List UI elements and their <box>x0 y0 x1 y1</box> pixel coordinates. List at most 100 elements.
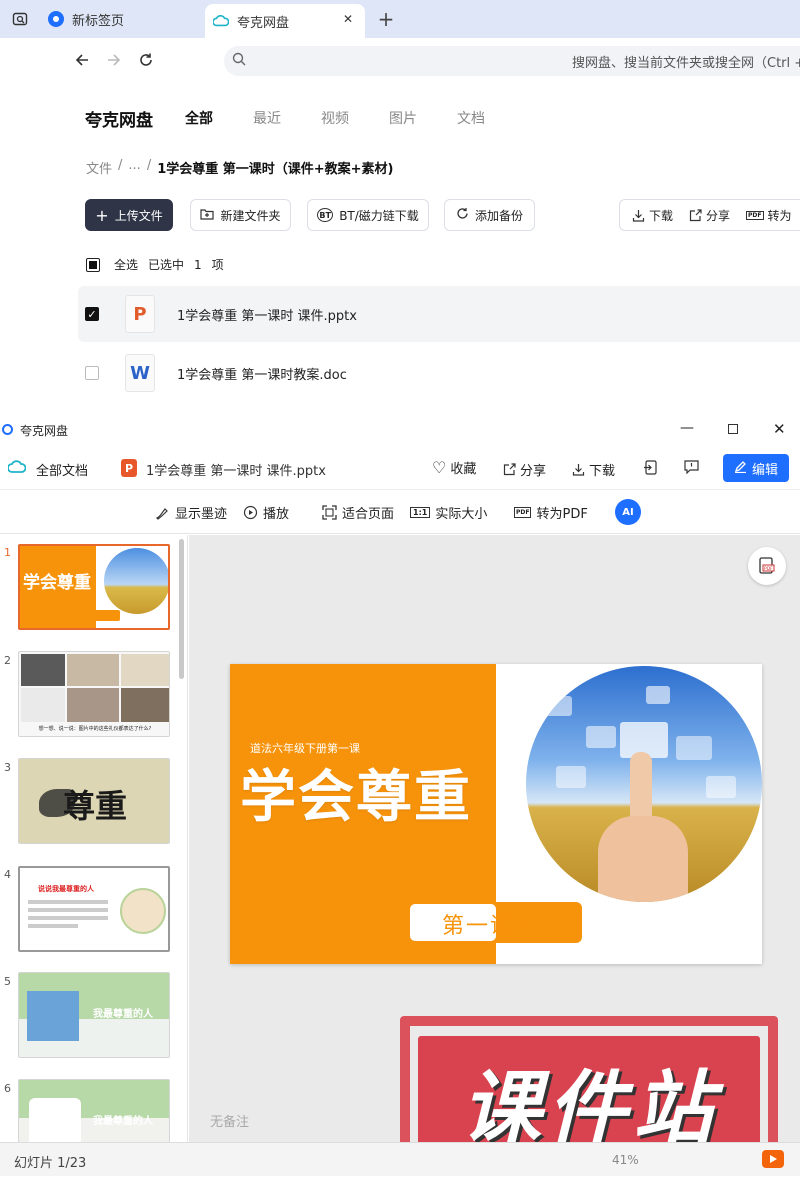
pptx-icon: P <box>121 459 137 477</box>
refresh-icon[interactable] <box>132 46 160 74</box>
thumbnail-scrollbar[interactable] <box>179 539 184 679</box>
thumbnail-slide-2[interactable]: 想一想、说一说：图片中的这些礼仪都表达了什么? <box>18 651 170 737</box>
pptx-file-icon: P <box>125 295 155 333</box>
fit-label: 适合页面 <box>342 506 395 522</box>
new-folder-label: 新建文件夹 <box>220 208 281 223</box>
thumb-number: 6 <box>4 1082 11 1095</box>
backup-label: 添加备份 <box>474 208 523 223</box>
backup-button[interactable]: 添加备份 <box>444 199 535 231</box>
convert-button[interactable]: PDF 转为 <box>746 207 792 224</box>
forward-icon[interactable] <box>100 46 128 74</box>
actual-size-icon: 1:1 <box>410 506 431 518</box>
ink-icon <box>155 507 168 520</box>
share-label: 分享 <box>706 208 731 223</box>
nav-tab-all[interactable]: 全部 <box>185 108 213 128</box>
share-button[interactable]: 分享 <box>689 207 730 224</box>
plus-icon: + <box>95 205 109 225</box>
export-icon[interactable] <box>643 460 657 479</box>
breadcrumb-root[interactable]: 文件 <box>86 158 112 177</box>
thumbnail-slide-3[interactable]: 尊重 <box>18 758 170 844</box>
ink-button[interactable]: 显示墨迹 <box>155 490 227 534</box>
omnibox[interactable]: 搜网盘、搜当前文件夹或搜全网（Ctrl + F <box>224 46 800 76</box>
viewer-file-name: 1学会尊重 第一课时 课件.pptx <box>146 464 326 479</box>
download-icon <box>572 464 585 476</box>
tab-close-icon[interactable]: ✕ <box>343 12 353 26</box>
selection-actions: 下载 分享 PDF 转为 <box>619 199 800 231</box>
thumb-text: 说说我最尊重的人 <box>38 885 94 893</box>
new-tab-button[interactable]: + <box>372 5 400 33</box>
slide-canvas: 道法六年级下册第一课 学会尊重 第一课时 <box>230 664 762 964</box>
pdf-icon: PDF <box>746 210 764 220</box>
feedback-icon[interactable] <box>684 460 699 478</box>
file-checkbox-checked[interactable]: ✓ <box>85 307 99 321</box>
quark-logo-icon <box>2 424 13 435</box>
viewer-download-button[interactable]: 下载 <box>572 460 615 479</box>
bt-icon: BT <box>317 208 334 222</box>
selection-bar: 全选 已选中 1 项 <box>86 256 224 273</box>
thumb-number: 3 <box>4 761 11 774</box>
select-all-checkbox[interactable] <box>86 257 100 272</box>
browser-tab-bar: 新标签页 夸克网盘 ✕ + <box>0 0 800 38</box>
edit-button[interactable]: 编辑 <box>723 454 789 482</box>
convert-label: 转为 <box>767 208 792 223</box>
nav-tab-images[interactable]: 图片 <box>389 108 417 128</box>
close-window-icon[interactable]: ✕ <box>773 420 786 438</box>
new-folder-button[interactable]: 新建文件夹 <box>190 199 291 231</box>
tab-search-icon[interactable] <box>6 5 34 33</box>
search-icon <box>232 52 246 70</box>
nav-tab-recent[interactable]: 最近 <box>253 108 281 128</box>
ink-label: 显示墨迹 <box>175 506 228 522</box>
minimize-icon[interactable]: — <box>680 420 694 436</box>
thumb-number: 2 <box>4 654 11 667</box>
selected-count: 1 <box>194 257 202 272</box>
file-name[interactable]: 1学会尊重 第一课时 课件.pptx <box>177 305 357 324</box>
file-checkbox[interactable] <box>85 366 99 380</box>
thumbnail-slide-1[interactable]: 学会尊重 <box>18 544 170 630</box>
thumbnail-slide-4[interactable]: 说说我最尊重的人 <box>18 866 170 952</box>
tab-label: 夸克网盘 <box>237 15 290 31</box>
tab-quark-drive[interactable]: 夸克网盘 ✕ <box>205 4 365 38</box>
doc-file-icon: W <box>125 354 155 392</box>
upload-button[interactable]: + 上传文件 <box>85 199 173 231</box>
slideshow-play-icon[interactable] <box>762 1150 784 1168</box>
tab-new-tab[interactable]: 新标签页 <box>48 0 198 38</box>
to-pdf-button[interactable]: PDF 转为PDF <box>514 490 588 534</box>
slide-photo-circle <box>526 666 762 902</box>
viewer-toolbar: 显示墨迹 播放 适合页面 1:1 实际大小 PDF 转为PDF AI <box>0 490 800 534</box>
file-row[interactable]: ✓ P 1学会尊重 第一课时 课件.pptx <box>78 286 800 342</box>
pdf-convert-float-icon[interactable]: PDF <box>748 547 786 585</box>
back-icon[interactable] <box>68 46 96 74</box>
viewer-share-button[interactable]: 分享 <box>503 460 546 479</box>
slide-counter: 幻灯片 1/23 <box>14 1156 87 1171</box>
thumb-text: 尊重 <box>63 787 128 825</box>
slide-title: 学会尊重 <box>240 765 472 830</box>
select-all-label[interactable]: 全选 <box>114 256 138 273</box>
download-button[interactable]: 下载 <box>632 207 673 224</box>
share-label: 分享 <box>520 464 547 479</box>
fit-page-button[interactable]: 适合页面 <box>322 490 394 534</box>
slide-notes: 无备注 <box>210 1115 250 1130</box>
thumbnail-slide-5[interactable]: 我最尊重的人 <box>18 972 170 1058</box>
viewer-header: 全部文档 P 1学会尊重 第一课时 课件.pptx ♡ 收藏 分享 下载 编辑 <box>0 446 800 490</box>
file-row[interactable]: W 1学会尊重 第一课时教案.doc <box>78 345 800 401</box>
favorite-button[interactable]: ♡ 收藏 <box>432 458 476 477</box>
folder-plus-icon <box>200 208 215 223</box>
breadcrumb-ellipsis[interactable]: ... <box>128 158 140 177</box>
play-button[interactable]: 播放 <box>243 490 289 534</box>
actual-size-button[interactable]: 1:1 实际大小 <box>410 490 487 534</box>
nav-tab-video[interactable]: 视频 <box>321 108 349 128</box>
all-docs-link[interactable]: 全部文档 <box>36 460 88 479</box>
download-icon <box>632 209 645 222</box>
edit-label: 编辑 <box>751 462 778 478</box>
ai-assistant-icon[interactable]: AI <box>615 499 641 525</box>
heart-icon: ♡ <box>432 458 447 477</box>
zoom-level[interactable]: 41% <box>612 1153 639 1167</box>
bt-download-button[interactable]: BT BT/磁力链下载 <box>307 199 429 231</box>
maximize-icon[interactable] <box>728 424 738 434</box>
omnibox-placeholder: 搜网盘、搜当前文件夹或搜全网（Ctrl + F <box>572 55 800 71</box>
nav-tab-docs[interactable]: 文档 <box>457 108 485 128</box>
file-name[interactable]: 1学会尊重 第一课时教案.doc <box>177 364 347 383</box>
tab-label: 新标签页 <box>72 13 125 29</box>
svg-text:PDF: PDF <box>764 566 773 572</box>
bt-label: BT/磁力链下载 <box>339 208 419 223</box>
